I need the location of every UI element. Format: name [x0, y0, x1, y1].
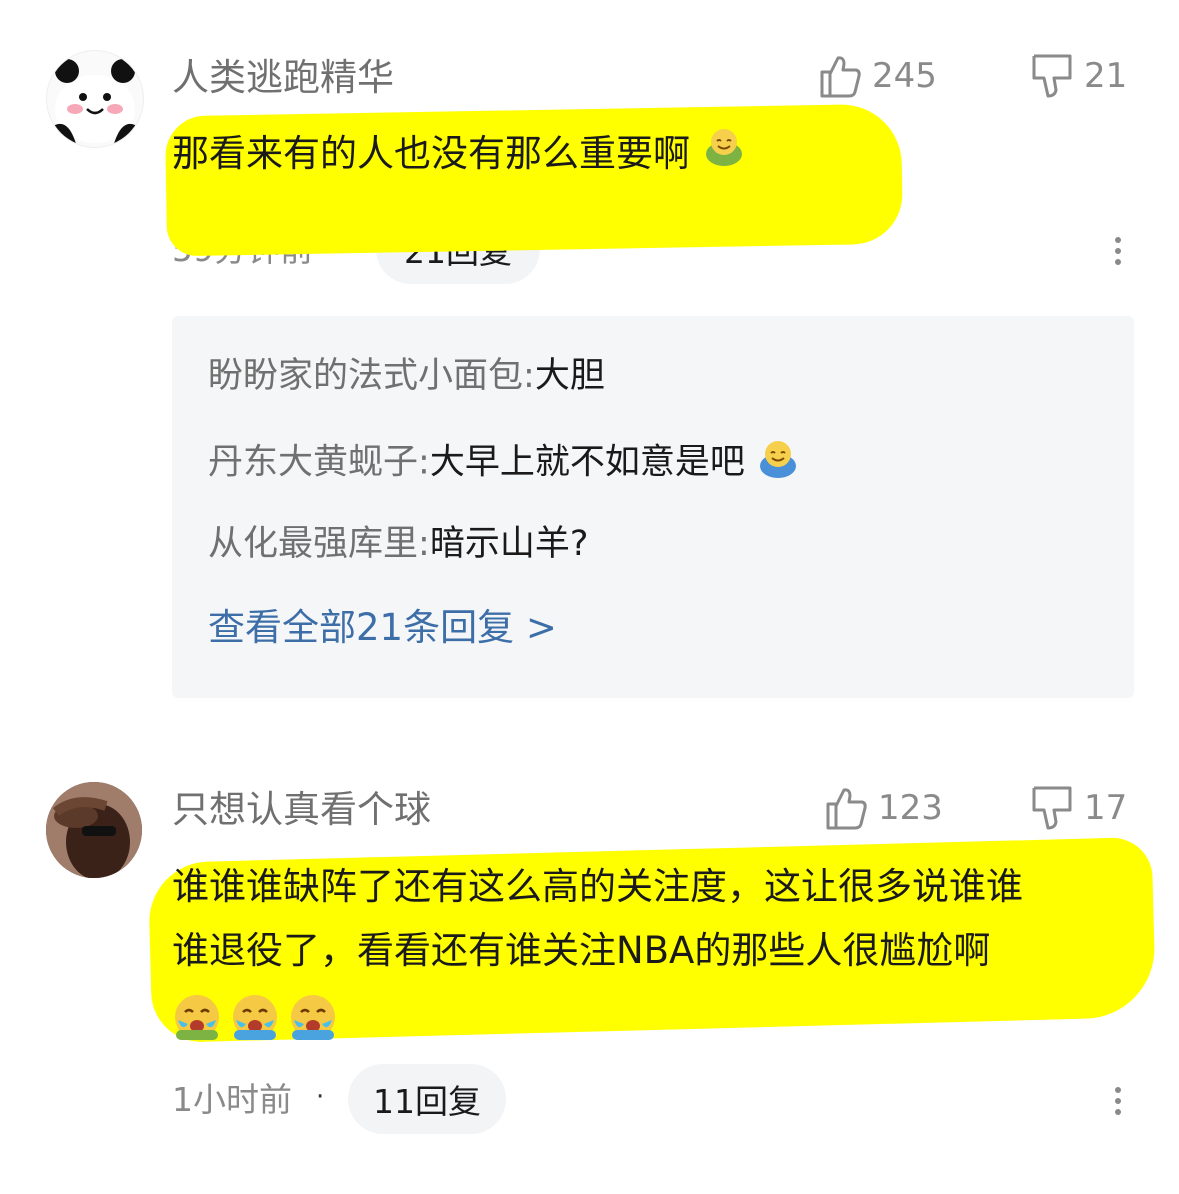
reply-author[interactable]: 丹东大黄蚬子 [208, 443, 418, 483]
comment-username[interactable]: 只想认真看个球 [172, 788, 431, 832]
emoji-row [172, 992, 338, 1046]
reply-item[interactable]: 丹东大黄蚬子:大早上就不如意是吧 [208, 436, 800, 491]
like-button[interactable]: 123 [824, 786, 943, 830]
comment-username[interactable]: 人类逃跑精华 [172, 56, 394, 100]
comment-text-line1: 谁谁谁缺阵了还有这么高的关注度，这让很多说谁谁 [172, 865, 1023, 908]
reply-count-button[interactable]: 11回复 [348, 1064, 506, 1134]
replies-panel: 盼盼家的法式小面包:大胆 丹东大黄蚬子:大早上就不如意是吧 从化最强库里:暗示山… [172, 316, 1134, 698]
comment-text: 那看来有的人也没有那么重要啊 [172, 123, 746, 187]
dislike-count: 17 [1084, 788, 1128, 828]
like-count: 245 [872, 56, 937, 96]
crying-emoji-icon [230, 992, 280, 1046]
reply-item[interactable]: 盼盼家的法式小面包:大胆 [208, 354, 605, 398]
reply-text: 大胆 [534, 356, 605, 396]
comment-1: 人类逃跑精华 245 21 那看来有的人也没有那么重要啊 59分钟前 · 21回… [0, 0, 1179, 720]
comment-2: 只想认真看个球 123 17 谁谁谁缺阵了还有这么高的关注度，这让很多说谁谁 谁… [0, 740, 1179, 1194]
reply-text: 暗示山羊? [429, 524, 589, 564]
meta-dot: · [316, 1082, 325, 1112]
reply-text: 大早上就不如意是吧 [429, 442, 745, 483]
smile-emoji-icon [756, 436, 800, 491]
reply-author[interactable]: 盼盼家的法式小面包 [208, 356, 523, 396]
thumbs-up-icon [826, 788, 867, 830]
reply-item[interactable]: 从化最强库里:暗示山羊? [208, 522, 588, 566]
thumbs-down-icon [1032, 786, 1072, 830]
avatar[interactable] [46, 782, 142, 878]
dislike-button[interactable]: 21 [1030, 54, 1127, 98]
crying-emoji-icon [172, 992, 222, 1046]
comment-text-line2: 谁退役了，看看还有谁关注NBA的那些人很尴尬啊 [172, 929, 991, 972]
crying-emoji-icon [288, 992, 338, 1046]
like-count: 123 [878, 788, 943, 828]
avatar[interactable] [46, 50, 144, 148]
thumbs-up-icon [820, 56, 861, 98]
smile-emoji-icon [702, 124, 746, 187]
more-vertical-icon[interactable] [1112, 232, 1124, 270]
more-vertical-icon[interactable] [1112, 1082, 1124, 1120]
reply-author[interactable]: 从化最强库里 [208, 524, 418, 564]
view-all-replies-link[interactable]: 查看全部21条回复 > [208, 606, 557, 650]
comment-time: 1小时前 [172, 1080, 292, 1119]
dislike-button[interactable]: 17 [1030, 786, 1127, 830]
thumbs-down-icon [1032, 54, 1072, 98]
dislike-count: 21 [1084, 56, 1128, 96]
like-button[interactable]: 245 [818, 54, 937, 98]
